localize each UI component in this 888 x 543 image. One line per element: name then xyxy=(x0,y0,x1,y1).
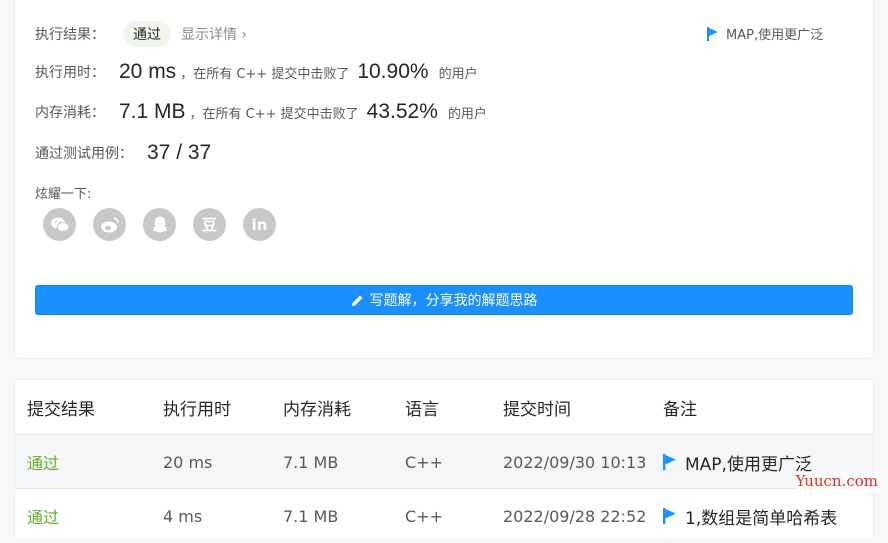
testcases-row: 通过测试用例： 37 / 37 xyxy=(35,141,211,165)
header-runtime[interactable]: 执行用时 xyxy=(163,380,231,434)
memory-suffix: 的用户 xyxy=(447,106,487,122)
note-cell[interactable]: 1,数组是简单哈希表 xyxy=(663,489,837,543)
wechat-icon[interactable] xyxy=(43,208,76,241)
header-result[interactable]: 提交结果 xyxy=(27,380,95,434)
memory-cell: 7.1 MB xyxy=(283,452,339,472)
flag-icon xyxy=(707,26,718,41)
result-note[interactable]: MAP,使用更广泛 xyxy=(707,24,823,43)
header-language[interactable]: 语言 xyxy=(405,380,439,434)
submissions-table: 提交结果 执行用时 内存消耗 语言 提交时间 备注 通过 20 ms 7.1 M… xyxy=(14,379,874,537)
note-cell[interactable]: MAP,使用更广泛 xyxy=(663,435,812,489)
table-row[interactable]: 通过 20 ms 7.1 MB C++ 2022/09/30 10:13 MAP… xyxy=(15,434,873,489)
table-row[interactable]: 通过 4 ms 7.1 MB C++ 2022/09/28 22:52 1,数组… xyxy=(15,488,873,543)
status-badge: 通过 xyxy=(123,21,171,47)
share-row: 炫耀一下: xyxy=(35,183,91,202)
header-time[interactable]: 提交时间 xyxy=(503,380,571,434)
memory-row: 内存消耗： 7.1 MB ，在所有 C++ 提交中击败了 43.52% 的用户 xyxy=(35,100,487,124)
show-details-link[interactable]: 显示详情 › xyxy=(181,24,247,44)
runtime-cell: 4 ms xyxy=(163,506,203,526)
runtime-value: 20 ms xyxy=(119,60,177,83)
note-text: MAP,使用更广泛 xyxy=(685,454,812,475)
header-note: 备注 xyxy=(663,399,697,420)
runtime-cell: 20 ms xyxy=(163,452,213,472)
flag-icon xyxy=(663,507,676,525)
result-label: 执行结果： xyxy=(35,27,105,43)
runtime-percent: 10.90% xyxy=(357,60,429,83)
submission-result-card: 执行结果： 通过 显示详情 › MAP,使用更广泛 执行用时： 20 ms ，在… xyxy=(14,0,874,359)
weibo-icon[interactable] xyxy=(93,208,126,241)
share-label: 炫耀一下: xyxy=(35,187,92,202)
memory-mid-text: ，在所有 C++ 提交中击败了 xyxy=(189,106,359,122)
table-header: 提交结果 执行用时 内存消耗 语言 提交时间 备注 xyxy=(15,380,873,434)
linkedin-icon[interactable]: in xyxy=(243,208,276,241)
result-link[interactable]: 通过 xyxy=(27,489,59,543)
result-link[interactable]: 通过 xyxy=(27,435,59,489)
testcases-label: 通过测试用例： xyxy=(35,146,133,162)
watermark: Yuucn.com xyxy=(795,472,878,490)
write-solution-button[interactable]: 写题解，分享我的解题思路 xyxy=(35,285,853,315)
memory-label: 内存消耗： xyxy=(35,105,105,121)
language-cell: C++ xyxy=(405,452,443,472)
memory-value: 7.1 MB xyxy=(119,100,186,123)
runtime-row: 执行用时： 20 ms ，在所有 C++ 提交中击败了 10.90% 的用户 xyxy=(35,60,478,84)
share-icons: 豆 in xyxy=(43,208,276,241)
memory-cell: 7.1 MB xyxy=(283,506,339,526)
note-text: 1,数组是简单哈希表 xyxy=(685,508,838,529)
time-cell: 2022/09/28 22:52 xyxy=(503,506,647,526)
result-row: 执行结果： 通过 显示详情 › xyxy=(35,21,247,47)
time-cell: 2022/09/30 10:13 xyxy=(503,452,647,472)
qq-icon[interactable] xyxy=(143,208,176,241)
pencil-icon xyxy=(351,295,362,306)
runtime-label: 执行用时： xyxy=(35,65,105,81)
testcases-value: 37 / 37 xyxy=(147,141,212,164)
runtime-suffix: 的用户 xyxy=(438,66,478,82)
language-cell: C++ xyxy=(405,506,443,526)
memory-percent: 43.52% xyxy=(366,100,438,123)
flag-icon xyxy=(663,453,676,471)
douban-icon[interactable]: 豆 xyxy=(193,208,226,241)
note-text: MAP,使用更广泛 xyxy=(726,28,824,43)
header-memory[interactable]: 内存消耗 xyxy=(283,380,351,434)
runtime-mid-text: ，在所有 C++ 提交中击败了 xyxy=(180,66,350,82)
write-solution-label: 写题解，分享我的解题思路 xyxy=(369,293,538,309)
